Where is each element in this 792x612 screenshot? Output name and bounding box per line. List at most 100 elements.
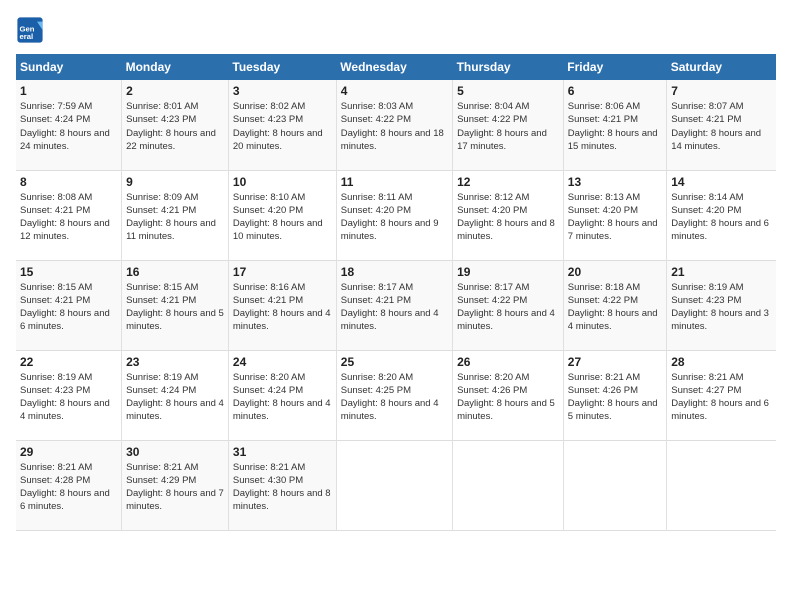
weekday-header: Sunday <box>16 54 122 80</box>
day-number: 9 <box>126 175 224 189</box>
day-number: 3 <box>233 84 332 98</box>
logo-icon: Gen eral <box>16 16 44 44</box>
page-container: Gen eral SundayMondayTuesdayWednesdayThu… <box>0 0 792 541</box>
day-info: Sunrise: 8:15 AM Sunset: 4:21 PM Dayligh… <box>126 281 224 334</box>
sunset-label: Sunset: 4:24 PM <box>126 385 196 396</box>
daylight-label: Daylight: 8 hours and 6 minutes. <box>20 488 110 512</box>
daylight-label: Daylight: 8 hours and 3 minutes. <box>671 308 769 332</box>
calendar-cell: 20 Sunrise: 8:18 AM Sunset: 4:22 PM Dayl… <box>563 260 666 350</box>
calendar-cell: 30 Sunrise: 8:21 AM Sunset: 4:29 PM Dayl… <box>122 440 229 530</box>
day-number: 11 <box>341 175 448 189</box>
day-number: 8 <box>20 175 117 189</box>
sunset-label: Sunset: 4:21 PM <box>126 295 196 306</box>
calendar-cell: 28 Sunrise: 8:21 AM Sunset: 4:27 PM Dayl… <box>667 350 776 440</box>
calendar-cell: 22 Sunrise: 8:19 AM Sunset: 4:23 PM Dayl… <box>16 350 122 440</box>
day-number: 24 <box>233 355 332 369</box>
day-number: 27 <box>568 355 662 369</box>
calendar-week-row: 15 Sunrise: 8:15 AM Sunset: 4:21 PM Dayl… <box>16 260 776 350</box>
calendar-week-row: 22 Sunrise: 8:19 AM Sunset: 4:23 PM Dayl… <box>16 350 776 440</box>
logo: Gen eral <box>16 16 48 44</box>
sunset-label: Sunset: 4:29 PM <box>126 475 196 486</box>
daylight-label: Daylight: 8 hours and 20 minutes. <box>233 128 323 152</box>
calendar-week-row: 29 Sunrise: 8:21 AM Sunset: 4:28 PM Dayl… <box>16 440 776 530</box>
day-info: Sunrise: 8:19 AM Sunset: 4:23 PM Dayligh… <box>20 371 117 424</box>
daylight-label: Daylight: 8 hours and 10 minutes. <box>233 218 323 242</box>
daylight-label: Daylight: 8 hours and 5 minutes. <box>568 398 658 422</box>
daylight-label: Daylight: 8 hours and 4 minutes. <box>341 398 439 422</box>
calendar-cell <box>667 440 776 530</box>
calendar-cell: 24 Sunrise: 8:20 AM Sunset: 4:24 PM Dayl… <box>228 350 336 440</box>
calendar-cell: 8 Sunrise: 8:08 AM Sunset: 4:21 PM Dayli… <box>16 170 122 260</box>
day-info: Sunrise: 8:21 AM Sunset: 4:26 PM Dayligh… <box>568 371 662 424</box>
day-info: Sunrise: 8:10 AM Sunset: 4:20 PM Dayligh… <box>233 191 332 244</box>
sunrise-label: Sunrise: 8:04 AM <box>457 101 529 112</box>
day-info: Sunrise: 8:13 AM Sunset: 4:20 PM Dayligh… <box>568 191 662 244</box>
sunset-label: Sunset: 4:26 PM <box>457 385 527 396</box>
calendar-cell: 5 Sunrise: 8:04 AM Sunset: 4:22 PM Dayli… <box>453 80 564 170</box>
daylight-label: Daylight: 8 hours and 24 minutes. <box>20 128 110 152</box>
day-info: Sunrise: 8:17 AM Sunset: 4:21 PM Dayligh… <box>341 281 448 334</box>
day-info: Sunrise: 8:20 AM Sunset: 4:25 PM Dayligh… <box>341 371 448 424</box>
day-number: 20 <box>568 265 662 279</box>
calendar-cell: 26 Sunrise: 8:20 AM Sunset: 4:26 PM Dayl… <box>453 350 564 440</box>
weekday-header: Monday <box>122 54 229 80</box>
calendar-cell <box>563 440 666 530</box>
calendar-cell: 29 Sunrise: 8:21 AM Sunset: 4:28 PM Dayl… <box>16 440 122 530</box>
calendar-cell: 4 Sunrise: 8:03 AM Sunset: 4:22 PM Dayli… <box>336 80 452 170</box>
calendar-cell <box>336 440 452 530</box>
calendar-cell: 23 Sunrise: 8:19 AM Sunset: 4:24 PM Dayl… <box>122 350 229 440</box>
daylight-label: Daylight: 8 hours and 4 minutes. <box>457 308 555 332</box>
sunrise-label: Sunrise: 7:59 AM <box>20 101 92 112</box>
sunset-label: Sunset: 4:21 PM <box>233 295 303 306</box>
sunrise-label: Sunrise: 8:06 AM <box>568 101 640 112</box>
calendar-header: SundayMondayTuesdayWednesdayThursdayFrid… <box>16 54 776 80</box>
day-info: Sunrise: 8:04 AM Sunset: 4:22 PM Dayligh… <box>457 100 559 153</box>
day-info: Sunrise: 8:17 AM Sunset: 4:22 PM Dayligh… <box>457 281 559 334</box>
day-number: 16 <box>126 265 224 279</box>
daylight-label: Daylight: 8 hours and 11 minutes. <box>126 218 216 242</box>
day-info: Sunrise: 8:19 AM Sunset: 4:24 PM Dayligh… <box>126 371 224 424</box>
sunset-label: Sunset: 4:21 PM <box>20 205 90 216</box>
sunset-label: Sunset: 4:23 PM <box>126 114 196 125</box>
daylight-label: Daylight: 8 hours and 7 minutes. <box>568 218 658 242</box>
sunrise-label: Sunrise: 8:21 AM <box>568 372 640 383</box>
sunrise-label: Sunrise: 8:12 AM <box>457 192 529 203</box>
calendar-cell: 27 Sunrise: 8:21 AM Sunset: 4:26 PM Dayl… <box>563 350 666 440</box>
sunset-label: Sunset: 4:21 PM <box>126 205 196 216</box>
day-number: 13 <box>568 175 662 189</box>
calendar-cell: 31 Sunrise: 8:21 AM Sunset: 4:30 PM Dayl… <box>228 440 336 530</box>
day-info: Sunrise: 8:21 AM Sunset: 4:27 PM Dayligh… <box>671 371 772 424</box>
sunset-label: Sunset: 4:24 PM <box>20 114 90 125</box>
sunrise-label: Sunrise: 8:21 AM <box>233 462 305 473</box>
calendar-cell: 19 Sunrise: 8:17 AM Sunset: 4:22 PM Dayl… <box>453 260 564 350</box>
calendar-cell: 21 Sunrise: 8:19 AM Sunset: 4:23 PM Dayl… <box>667 260 776 350</box>
day-info: Sunrise: 8:18 AM Sunset: 4:22 PM Dayligh… <box>568 281 662 334</box>
day-info: Sunrise: 8:09 AM Sunset: 4:21 PM Dayligh… <box>126 191 224 244</box>
day-info: Sunrise: 8:07 AM Sunset: 4:21 PM Dayligh… <box>671 100 772 153</box>
day-info: Sunrise: 8:11 AM Sunset: 4:20 PM Dayligh… <box>341 191 448 244</box>
daylight-label: Daylight: 8 hours and 6 minutes. <box>20 308 110 332</box>
day-number: 10 <box>233 175 332 189</box>
day-number: 28 <box>671 355 772 369</box>
sunset-label: Sunset: 4:21 PM <box>341 295 411 306</box>
day-number: 12 <box>457 175 559 189</box>
sunrise-label: Sunrise: 8:13 AM <box>568 192 640 203</box>
day-info: Sunrise: 8:12 AM Sunset: 4:20 PM Dayligh… <box>457 191 559 244</box>
day-info: Sunrise: 8:06 AM Sunset: 4:21 PM Dayligh… <box>568 100 662 153</box>
svg-text:eral: eral <box>20 32 34 41</box>
calendar-cell: 10 Sunrise: 8:10 AM Sunset: 4:20 PM Dayl… <box>228 170 336 260</box>
sunrise-label: Sunrise: 8:15 AM <box>20 282 92 293</box>
sunrise-label: Sunrise: 8:03 AM <box>341 101 413 112</box>
sunrise-label: Sunrise: 8:02 AM <box>233 101 305 112</box>
day-number: 26 <box>457 355 559 369</box>
calendar-cell <box>453 440 564 530</box>
sunset-label: Sunset: 4:20 PM <box>457 205 527 216</box>
calendar-cell: 1 Sunrise: 7:59 AM Sunset: 4:24 PM Dayli… <box>16 80 122 170</box>
day-info: Sunrise: 8:19 AM Sunset: 4:23 PM Dayligh… <box>671 281 772 334</box>
daylight-label: Daylight: 8 hours and 7 minutes. <box>126 488 224 512</box>
sunset-label: Sunset: 4:25 PM <box>341 385 411 396</box>
daylight-label: Daylight: 8 hours and 6 minutes. <box>671 218 769 242</box>
sunrise-label: Sunrise: 8:17 AM <box>457 282 529 293</box>
day-number: 21 <box>671 265 772 279</box>
day-info: Sunrise: 8:01 AM Sunset: 4:23 PM Dayligh… <box>126 100 224 153</box>
